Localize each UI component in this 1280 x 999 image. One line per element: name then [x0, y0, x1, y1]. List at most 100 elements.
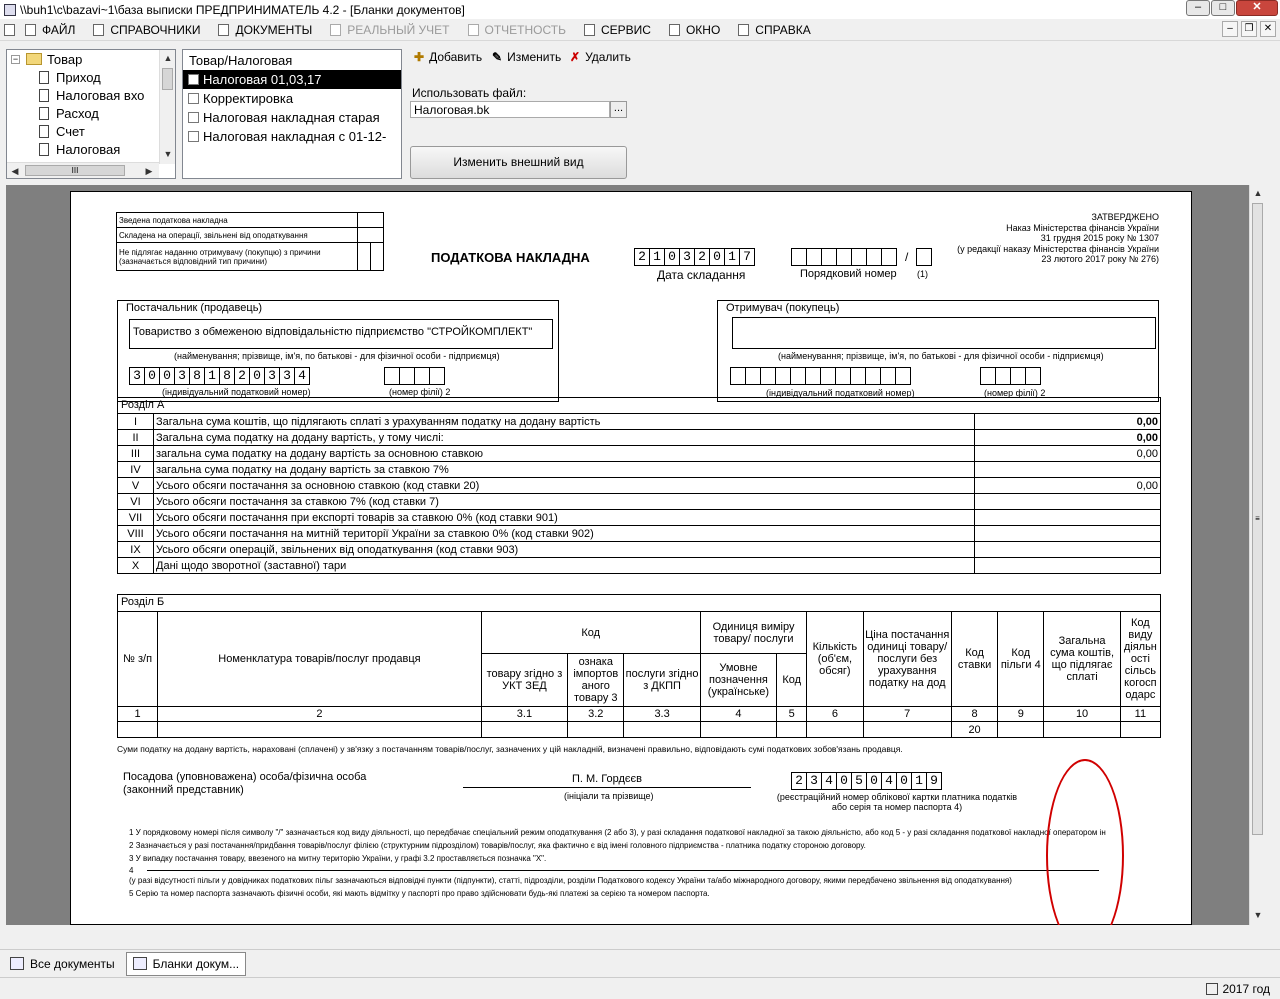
footnote: 1 У порядковому номері після символу "/"…	[129, 828, 1106, 837]
table-cell	[623, 721, 701, 738]
section-a-row: III загальна сума податку на додану варті…	[117, 445, 1161, 462]
digit-cell: 2	[694, 248, 710, 266]
file-label: Использовать файл:	[412, 86, 527, 100]
section-a-table: I Загальна сума коштів, що підлягають спл…	[117, 413, 1161, 574]
tree-item[interactable]: Налоговая	[7, 140, 175, 158]
section-a-row: VI Усього обсяги постачання за ставкою 7%…	[117, 493, 1161, 510]
menu-item-3[interactable]: РЕАЛЬНЫЙ УЧЕТ	[330, 23, 450, 37]
edit-button[interactable]: ✎ Изменить	[492, 50, 561, 64]
table-cell	[157, 721, 482, 738]
approval-line: ЗАТВЕРДЖЕНО	[1091, 212, 1159, 222]
column-number: 4	[699, 706, 778, 722]
digit-cell	[895, 367, 911, 385]
section-a-row: I Загальна сума коштів, що підлягають спл…	[117, 413, 1161, 430]
section-a-row: IX Усього обсяги операцій, звільнених від…	[117, 541, 1161, 558]
menu-item-5[interactable]: СЕРВИС	[583, 23, 651, 37]
checkbox[interactable]	[188, 74, 199, 85]
browse-button[interactable]: ...	[610, 101, 627, 118]
supplier-branch-boxes	[384, 367, 445, 385]
menu-item-7[interactable]: СПРАВКА	[738, 23, 811, 37]
tree-item[interactable]: Счет	[7, 122, 175, 140]
change-view-button[interactable]: Изменить внешний вид	[410, 146, 627, 179]
digit-cell: 3	[279, 367, 295, 385]
digit-cell: 0	[249, 367, 265, 385]
window-tab[interactable]: Бланки докум...	[125, 951, 247, 976]
scroll-left-icon[interactable]: ◀	[7, 163, 23, 178]
tree-item[interactable]: Налоговая вхо	[7, 86, 175, 104]
menu-item-6[interactable]: ОКНО	[668, 23, 720, 37]
slash: /	[905, 250, 909, 264]
delete-button[interactable]: ✗ Удалить	[570, 50, 631, 64]
note-line	[147, 870, 1099, 871]
menu-item-4[interactable]: ОТЧЕТНОСТЬ	[467, 23, 566, 37]
app-icon	[4, 3, 16, 16]
date-digits: 21032017	[634, 248, 755, 266]
menu-item-2[interactable]: ДОКУМЕНТЫ	[218, 23, 312, 37]
scroll-thumb[interactable]: ≡	[1252, 203, 1263, 835]
section-a-row: V Усього обсяги постачання за основною ст…	[117, 477, 1161, 494]
scroll-up-icon[interactable]: ▲	[160, 50, 175, 66]
digit-cell: 3	[679, 248, 695, 266]
digit-cell: 2	[234, 367, 250, 385]
form-list[interactable]: Товар/Налоговая Налоговая 01,03,17 Коррек…	[182, 49, 402, 179]
viewer-vertical-scrollbar[interactable]: ▲ ≡ ▼	[1249, 185, 1265, 925]
document-viewer[interactable]: Зведена податкова накладна Складена на о…	[6, 185, 1249, 925]
digit-cell	[820, 367, 836, 385]
section-b-title: Розділ Б	[117, 594, 1161, 611]
checkbox[interactable]	[188, 112, 199, 123]
buyer-branch-boxes	[980, 367, 1041, 385]
tree-horizontal-scrollbar[interactable]: ◀ III ▶	[7, 162, 159, 178]
edit-icon: ✎	[492, 50, 503, 64]
document-icon	[39, 142, 49, 156]
buyer-name	[732, 317, 1156, 349]
scroll-right-icon[interactable]: ▶	[141, 163, 157, 178]
menu-item-0[interactable]: ФАЙЛ	[25, 23, 75, 37]
window-tab[interactable]: Все документы	[3, 952, 122, 976]
list-item[interactable]: Налоговая накладная с 01-12-	[183, 127, 401, 146]
tree-item[interactable]: Приход	[7, 68, 175, 86]
section-a-row: X Дані щодо зворотної (заставної) тари	[117, 557, 1161, 574]
delete-icon: ✗	[570, 50, 581, 64]
scroll-thumb[interactable]	[162, 68, 173, 90]
mdi-close-button[interactable]: ✕	[1260, 21, 1276, 37]
list-item[interactable]: Налоговая 01,03,17	[183, 70, 401, 89]
mdi-minimize-button[interactable]: –	[1222, 21, 1238, 37]
sequence-digits	[791, 248, 897, 266]
checkbox[interactable]	[188, 93, 199, 104]
file-field[interactable]: Налоговая.bk	[410, 101, 610, 118]
list-item[interactable]: Налоговая накладная старая	[183, 108, 401, 127]
close-button[interactable]: ✕	[1236, 0, 1278, 16]
status-bar: 2017 год	[0, 977, 1280, 999]
menu-item-1[interactable]: СПРАВОЧНИКИ	[93, 23, 200, 37]
tree-root[interactable]: − Товар	[7, 50, 175, 68]
section-a-title: Розділ А	[117, 397, 1161, 414]
table-cell	[1043, 721, 1121, 738]
list-item[interactable]: Корректировка	[183, 89, 401, 108]
scroll-up-icon[interactable]: ▲	[1250, 185, 1266, 201]
menu-icon	[218, 23, 230, 36]
digit-cell	[836, 248, 852, 266]
year-indicator: 2017 год	[1206, 982, 1270, 996]
app-menu-icon[interactable]	[4, 23, 15, 36]
supplier-ipn: 300381820334	[129, 367, 310, 385]
digit-cell: 5	[851, 772, 867, 790]
checkbox[interactable]	[188, 131, 199, 142]
section-a-row: VIII Усього обсяги постачання на митній т…	[117, 525, 1161, 542]
menu-icon	[93, 23, 105, 36]
mdi-restore-button[interactable]: ❐	[1241, 21, 1257, 37]
maximize-button[interactable]: □	[1211, 0, 1235, 16]
sequence-note: (1)	[917, 269, 928, 279]
scroll-thumb[interactable]: III	[25, 165, 125, 176]
scroll-down-icon[interactable]: ▼	[1250, 907, 1266, 923]
scroll-down-icon[interactable]: ▼	[160, 146, 175, 162]
minimize-button[interactable]: –	[1186, 0, 1210, 16]
category-tree[interactable]: − Товар Приход Налоговая вхо Расход Счет Нал…	[6, 49, 176, 179]
column-number: 9	[997, 706, 1045, 722]
add-button[interactable]: ✚ Добавить	[414, 50, 482, 64]
collapse-icon[interactable]: −	[11, 54, 20, 64]
buyer-ipn	[730, 367, 911, 385]
person-label: Посадова (уповноважена) особа/фізична ос…	[123, 771, 367, 796]
tree-vertical-scrollbar[interactable]: ▲ ▼	[159, 50, 175, 164]
digit-cell	[821, 248, 837, 266]
tree-item[interactable]: Расход	[7, 104, 175, 122]
